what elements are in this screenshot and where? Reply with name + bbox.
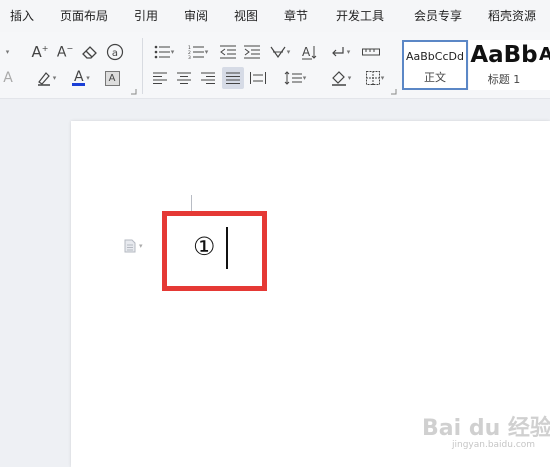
text-cursor [226,227,228,269]
font-dialog-launcher[interactable] [130,88,138,96]
font-color-icon: A [72,68,86,86]
highlighter-icon [37,72,50,86]
tab-member[interactable]: 会员专享 [414,8,462,24]
menu-bar: 插入 页面布局 引用 审阅 视图 章节 开发工具 会员专享 稻壳资源 [0,0,550,32]
document-text[interactable]: ① [193,230,215,264]
chinese-layout-icon [270,46,286,59]
paragraph-mark-icon [331,47,344,57]
increase-indent-button[interactable] [242,42,262,62]
borders-button[interactable]: ▾ [360,68,390,88]
sort-icon: A [302,45,317,60]
ruler-icon [362,48,380,56]
baidu-watermark: Bai du 经验 [422,416,550,441]
corner-launcher-icon [391,89,397,95]
font-color-button[interactable]: A ▾ [68,68,94,88]
numbered-list-icon: 123 [188,45,204,59]
sort-button[interactable]: A [300,42,320,62]
shrink-font-icon: A− [56,43,74,61]
style-heading-2[interactable]: A [539,40,550,90]
style-heading-2-preview: A [539,44,550,65]
ribbon-scroll-left[interactable]: ▾ [0,42,14,62]
chinese-layout-button[interactable]: ▾ [266,42,294,62]
align-center-icon [177,72,191,84]
style-normal-preview: AaBbCcDd [406,50,464,63]
style-heading-1-preview: AaBb [470,42,538,68]
align-center-button[interactable] [174,68,194,88]
shrink-font-button[interactable]: A− [55,42,75,62]
tab-insert[interactable]: 插入 [10,8,34,24]
tab-view[interactable]: 视图 [234,8,258,24]
group-separator [142,38,143,94]
justify-icon [226,72,240,84]
style-normal[interactable]: AaBbCcDd 正文 [402,40,468,90]
clear-format-button[interactable] [80,42,100,62]
phonetic-guide-button[interactable]: a [104,42,126,62]
document-icon [124,239,136,253]
tab-docer-resources[interactable]: 稻壳资源 [488,8,536,24]
align-left-icon [153,72,167,84]
paragraph-dialog-launcher[interactable] [390,88,398,96]
paragraph-handle[interactable]: ▾ [124,239,143,253]
align-right-icon [201,72,215,84]
line-spacing-icon [284,71,302,85]
style-heading-1[interactable]: AaBb 标题 1 [469,40,539,90]
text-effect-icon: A [3,70,13,86]
bullets-button[interactable]: ▾ [150,42,178,62]
distributed-icon [250,72,266,84]
text-effect-button[interactable]: A [0,68,16,88]
char-shading-icon: A [104,70,120,86]
tab-developer[interactable]: 开发工具 [336,8,384,24]
corner-launcher-icon [131,89,137,95]
tab-section[interactable]: 章节 [284,8,308,24]
grow-font-button[interactable]: A+ [30,42,50,62]
justify-button[interactable] [222,67,244,89]
style-normal-caption: 正文 [424,71,446,84]
baidu-watermark-url: jingyan.baidu.com [452,440,536,450]
grow-font-icon: A+ [31,43,49,61]
bullet-list-icon [154,45,170,59]
numbering-button[interactable]: 123 ▾ [184,42,212,62]
style-heading-1-caption: 标题 1 [487,73,521,86]
distributed-button[interactable] [248,68,268,88]
tab-page-layout[interactable]: 页面布局 [60,8,108,24]
eraser-icon [82,46,97,59]
svg-text:a: a [112,48,118,59]
tab-references[interactable]: 引用 [134,8,158,24]
align-left-button[interactable] [150,68,170,88]
shading-button[interactable]: ▾ [326,68,356,88]
circled-a-icon: a [106,43,124,61]
border-grid-icon [365,71,380,85]
outdent-icon [220,45,236,59]
highlight-button[interactable]: ▾ [34,68,58,88]
align-right-button[interactable] [198,68,218,88]
char-shading-button[interactable]: A [103,68,121,88]
decrease-indent-button[interactable] [218,42,238,62]
paint-bucket-icon [331,71,346,86]
line-spacing-button[interactable]: ▾ [280,68,310,88]
indent-icon [244,45,260,59]
svg-text:A: A [302,45,311,59]
svg-text:3: 3 [188,55,191,59]
show-marks-button[interactable]: ▾ [326,42,354,62]
table-tools-button[interactable] [360,42,382,62]
tab-review[interactable]: 审阅 [184,8,208,24]
